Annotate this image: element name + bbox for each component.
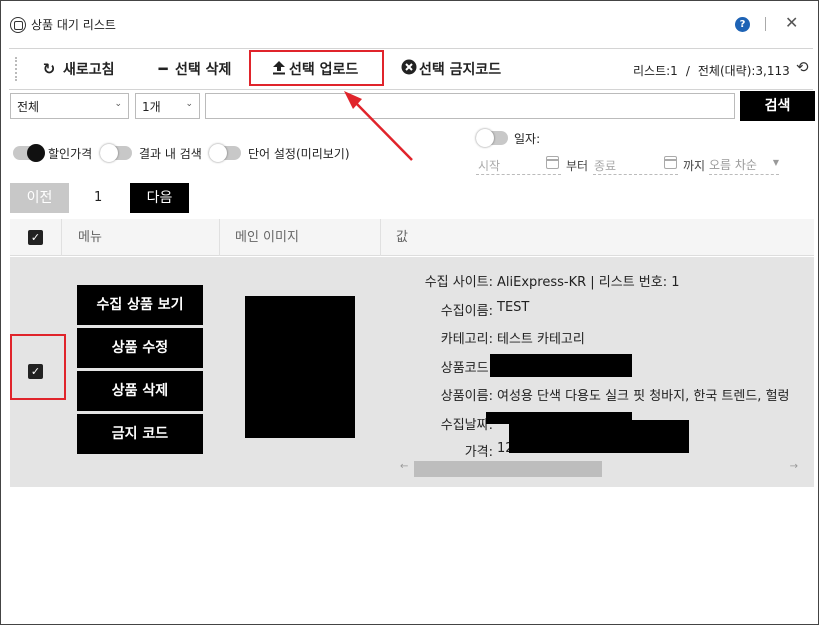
column-separator [219,219,220,256]
window-title: 상품 대기 리스트 [31,18,116,32]
column-separator [380,219,381,256]
toggle-knob [476,129,494,147]
divider [9,89,813,90]
field-key: 상품코드: [440,361,493,376]
field-value: AliExpress-KR | 리스트 번호: 1 [497,275,680,290]
refresh-button[interactable]: ↻ 새로고침 [41,57,115,81]
column-separator [61,219,62,256]
discount-price-label: 할인가격 [48,147,93,161]
until-label: 까지 [683,159,706,173]
scroll-left-icon[interactable]: ← [400,461,408,472]
redacted-price [509,420,689,453]
end-date-placeholder: 종료 [594,159,617,173]
search-in-results-toggle[interactable] [100,144,132,162]
ban-code-label: 선택 금지코드 [419,62,502,78]
field-key: 수집날짜: [440,418,493,433]
edit-product-button[interactable]: 상품 수정 [77,328,203,368]
view-collected-product-button[interactable]: 수집 상품 보기 [77,285,203,325]
help-icon[interactable]: ? [735,17,750,32]
next-page-button[interactable]: 다음 [130,183,189,213]
close-icon[interactable]: ✕ [785,13,798,33]
toggle-knob [209,144,227,162]
sort-order-value: 오름 차순 [709,158,757,172]
word-settings-label: 단어 설정(미리보기) [248,147,350,161]
table-header: ✓ 메뉴 메인 이미지 값 [10,219,814,256]
field-key: 수집 사이트: [424,275,493,290]
search-input[interactable] [205,93,735,119]
toggle-knob [100,144,118,162]
upload-highlight-box [249,50,384,86]
word-settings-toggle[interactable] [209,144,241,162]
sort-order-select[interactable]: 오름 차순 ▼ [709,153,779,175]
prev-page-button[interactable]: 이전 [10,183,69,213]
delete-product-button[interactable]: 상품 삭제 [77,371,203,411]
field-value: TEST [497,300,530,315]
toolbar-grip [15,57,17,81]
table-row[interactable]: ✓ 수집 상품 보기 상품 수정 상품 삭제 금지 코드 수집 사이트: Ali… [10,257,814,487]
checkbox-highlight-box [10,334,66,400]
list-count-text: 리스트:1 [633,64,678,78]
list-count: 리스트:1 / 전체(대략):3,113 [633,62,790,79]
category-select[interactable]: 전체 ⌄ [10,93,129,119]
count-select[interactable]: 1개 ⌄ [135,93,200,119]
discount-price-toggle[interactable] [13,144,45,162]
date-toggle[interactable] [476,129,508,147]
category-select-value: 전체 [17,100,40,114]
select-all-checkbox[interactable]: ✓ [28,230,43,245]
chevron-down-icon: ⌄ [114,99,122,109]
slash: / [685,64,690,78]
main-image [245,296,355,438]
refresh-label: 새로고침 [63,62,115,78]
minus-icon: ━ [158,60,168,78]
chevron-down-icon: ⌄ [185,99,193,109]
column-header-main-image: 메인 이미지 [235,230,299,245]
calendar-icon[interactable] [546,156,559,169]
count-select-value: 1개 [142,100,161,114]
column-header-value: 값 [396,230,408,245]
delete-selected-label: 선택 삭제 [175,62,232,78]
refresh-icon: ↻ [42,60,56,78]
field-key: 가격: [464,445,493,457]
scroll-right-icon[interactable]: → [790,461,798,472]
window: 상품 대기 리스트 ? ✕ ↻ 새로고침 ━ 선택 삭제 선택 업로드 선택 금… [0,0,819,625]
ban-code-row-button[interactable]: 금지 코드 [77,414,203,454]
from-label: 부터 [566,159,589,173]
start-date-placeholder: 시작 [478,159,501,173]
delete-selected-button[interactable]: ━ 선택 삭제 [157,57,231,81]
scrollbar-thumb[interactable] [414,461,602,477]
title-bar: 상품 대기 리스트 ? ✕ [1,1,818,47]
app-icon [10,17,26,33]
title-separator [765,17,766,31]
field-value: 테스트 카테고리 [497,332,585,347]
search-in-results-label: 결과 내 검색 [139,147,202,161]
column-header-menu: 메뉴 [78,230,102,245]
redacted-product-code [490,354,632,377]
ban-icon [401,59,417,79]
field-key: 카테고리: [440,332,493,347]
chevron-down-icon: ▼ [772,158,779,167]
field-key: 수집이름: [440,304,493,319]
total-count-text: 전체(대략):3,113 [697,64,790,78]
reload-icon[interactable]: ⟲ [796,58,809,76]
toolbar: ↻ 새로고침 ━ 선택 삭제 선택 업로드 선택 금지코드 리스트:1/전체(대… [1,49,818,89]
toggle-knob [27,144,45,162]
date-label: 일자: [514,132,541,146]
value-panel: 수집 사이트: AliExpress-KR | 리스트 번호: 1 수집이름: … [390,267,800,457]
calendar-icon[interactable] [664,156,677,169]
horizontal-scrollbar[interactable]: ← → [400,457,798,481]
page-number: 1 [94,190,103,205]
field-key: 상품이름: [440,389,493,404]
field-value: 여성용 단색 다용도 실크 핏 청바지, 한국 트렌드, 헐렁 [497,389,790,404]
ban-code-button[interactable]: 선택 금지코드 [401,57,501,81]
search-button[interactable]: 검색 [740,91,815,121]
